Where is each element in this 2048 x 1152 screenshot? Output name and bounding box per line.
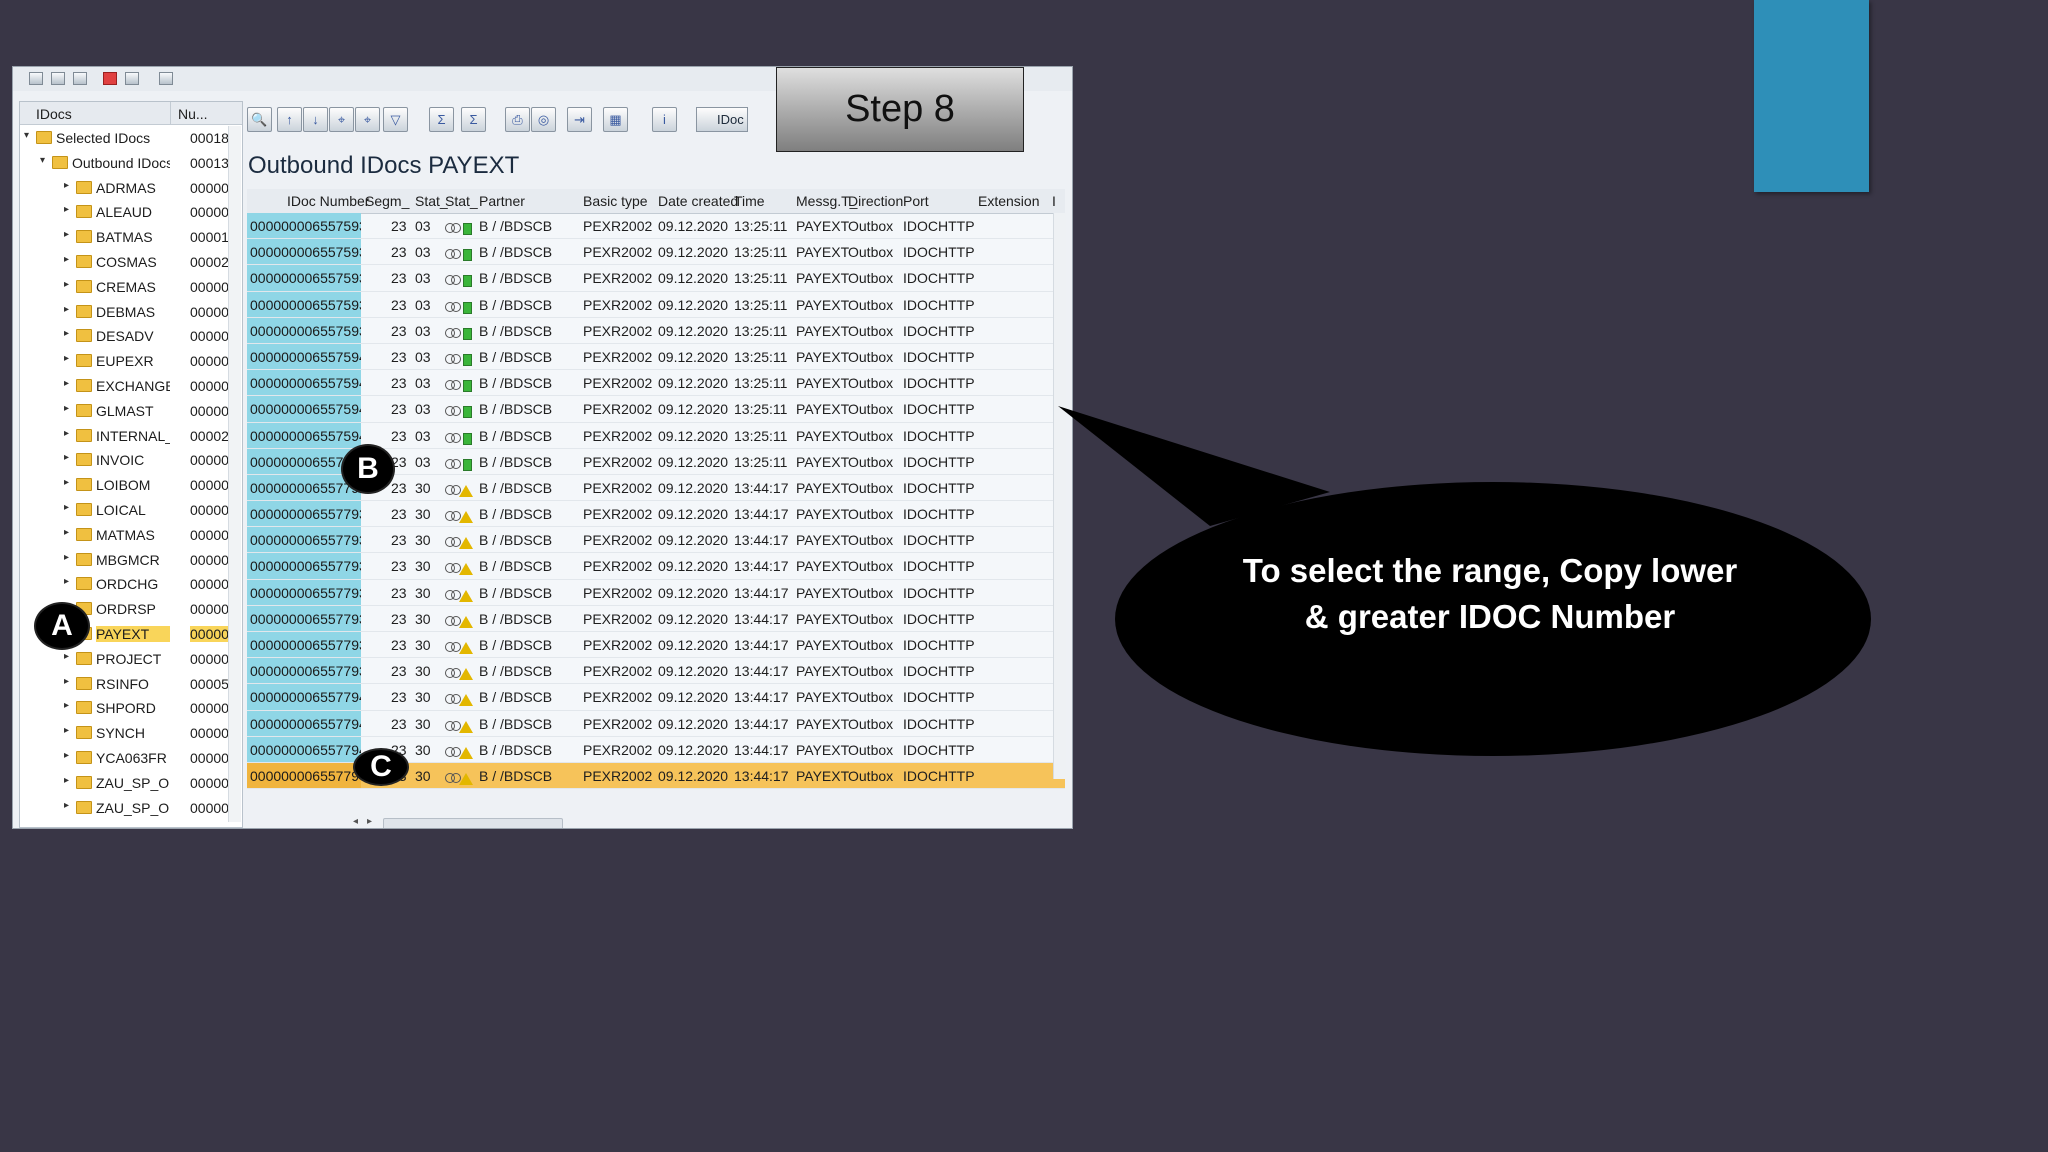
callout-text: To select the range, Copy lower & greate… — [1170, 548, 1810, 640]
callout-line-2: & greater IDOC Number — [1304, 598, 1676, 635]
callout-line-1: To select the range, Copy lower — [1242, 552, 1738, 589]
